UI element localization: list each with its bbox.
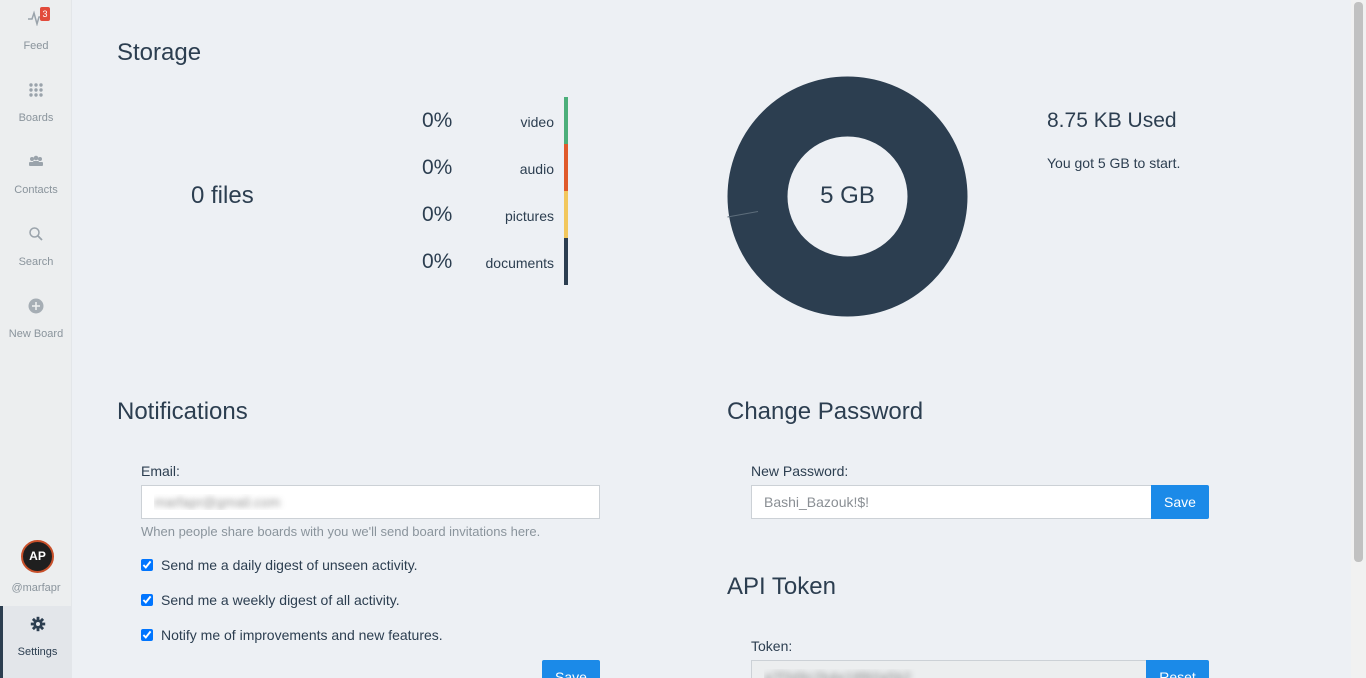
sidebar-item-feed[interactable]: 3 Feed	[0, 6, 72, 68]
weekly-digest-checkbox[interactable]	[141, 594, 153, 606]
change-password-title: Change Password	[727, 398, 924, 425]
category-row-pictures: 0% pictures	[400, 191, 570, 238]
storage-quota: 5 GB	[820, 182, 875, 209]
sidebar-item-label: Search	[18, 256, 54, 268]
sidebar-item-label: Feed	[23, 40, 49, 52]
improvements-checkbox[interactable]	[141, 629, 153, 641]
files-count: 0 files	[191, 182, 254, 209]
weekly-digest-option[interactable]: Send me a weekly digest of all activity.	[141, 592, 400, 610]
user-handle: @marfapr	[11, 582, 61, 594]
option-label: Send me a daily digest of unseen activit…	[161, 557, 418, 573]
avatar[interactable]: AP	[21, 540, 54, 573]
category-name: audio	[519, 161, 554, 177]
sidebar-item-new-board[interactable]: New Board	[0, 294, 72, 356]
scrollbar-thumb[interactable]	[1354, 2, 1363, 562]
password-save-button[interactable]: Save	[1151, 485, 1209, 519]
notifications-title: Notifications	[117, 398, 248, 425]
category-color-bar	[564, 191, 568, 238]
daily-digest-option[interactable]: Send me a daily digest of unseen activit…	[141, 557, 418, 575]
token-field[interactable]	[751, 660, 1147, 678]
category-name: video	[520, 114, 554, 130]
option-label: Send me a weekly digest of all activity.	[161, 592, 400, 608]
storage-used-note: You got 5 GB to start.	[1047, 155, 1181, 171]
daily-digest-checkbox[interactable]	[141, 559, 153, 571]
option-label: Notify me of improvements and new featur…	[161, 627, 443, 643]
category-row-audio: 0% audio	[400, 144, 570, 191]
category-color-bar	[564, 144, 568, 191]
improvements-option[interactable]: Notify me of improvements and new featur…	[141, 627, 443, 645]
category-percent: 0%	[422, 109, 453, 132]
notifications-save-button[interactable]: Save	[542, 660, 600, 678]
token-label: Token:	[751, 638, 793, 654]
search-icon	[29, 227, 43, 241]
gear-icon	[30, 616, 45, 632]
email-field[interactable]	[141, 485, 600, 519]
category-percent: 0%	[422, 203, 453, 226]
token-reset-button[interactable]: Reset	[1146, 660, 1209, 678]
category-color-bar	[564, 238, 568, 285]
category-name: documents	[485, 255, 554, 271]
category-percent: 0%	[422, 156, 453, 179]
storage-title: Storage	[117, 39, 202, 66]
plus-circle-icon	[28, 298, 44, 314]
category-row-video: 0% video	[400, 97, 570, 144]
category-row-documents: 0% documents	[400, 238, 570, 285]
notification-badge: 3	[40, 7, 50, 21]
api-token-title: API Token	[727, 573, 836, 600]
sidebar-item-boards[interactable]: Boards	[0, 78, 72, 140]
new-password-field[interactable]	[751, 485, 1152, 519]
sidebar-item-label: New Board	[8, 328, 64, 340]
sidebar-item-label: Boards	[18, 112, 54, 124]
email-label: Email:	[141, 463, 180, 479]
sidebar-item-label: Settings	[17, 646, 58, 658]
sidebar-item-label: Contacts	[14, 184, 58, 196]
storage-used: 8.75 KB Used	[1047, 109, 1177, 132]
category-name: pictures	[504, 208, 554, 224]
sidebar-item-contacts[interactable]: Contacts	[0, 150, 72, 212]
new-password-label: New Password:	[751, 463, 849, 479]
sidebar-item-settings[interactable]: Settings	[0, 606, 72, 678]
people-icon	[29, 155, 43, 166]
page-scrollbar[interactable]	[1351, 0, 1366, 678]
grid-icon	[29, 83, 43, 97]
sidebar-item-search[interactable]: Search	[0, 222, 72, 284]
category-percent: 0%	[422, 250, 453, 273]
email-help-text: When people share boards with you we'll …	[141, 524, 541, 539]
sidebar: 3 Feed Boards Contacts Search New Board …	[0, 0, 72, 678]
category-color-bar	[564, 97, 568, 144]
